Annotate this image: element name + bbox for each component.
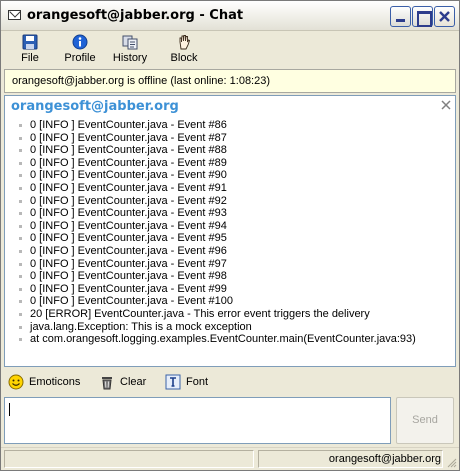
message-row: 0 [INFO ] EventCounter.java - Event #98	[17, 270, 447, 283]
status-pane	[4, 450, 254, 468]
message-text: 0 [INFO ] EventCounter.java - Event #94	[30, 220, 227, 232]
clear-label: Clear	[120, 376, 146, 388]
message-text: 0 [INFO ] EventCounter.java - Event #87	[30, 132, 227, 144]
info-icon	[72, 34, 88, 50]
bullet-icon	[19, 237, 22, 240]
toolbar: File Profile History Block	[1, 31, 459, 67]
message-row: 20 [ERROR] EventCounter.java - This erro…	[17, 308, 447, 321]
message-text: 0 [INFO ] EventCounter.java - Event #96	[30, 245, 227, 257]
message-text: 0 [INFO ] EventCounter.java - Event #86	[30, 119, 227, 131]
trash-icon	[99, 374, 115, 390]
emoticons-label: Emoticons	[29, 376, 80, 388]
message-text: 0 [INFO ] EventCounter.java - Event #95	[30, 232, 227, 244]
emoticons-button[interactable]: Emoticons	[8, 374, 88, 392]
bullet-icon	[19, 326, 22, 329]
bullet-icon	[19, 137, 22, 140]
bullet-icon	[19, 288, 22, 291]
floppy-disk-icon	[22, 34, 38, 50]
message-text: 0 [INFO ] EventCounter.java - Event #90	[30, 169, 227, 181]
message-row: 0 [INFO ] EventCounter.java - Event #94	[17, 220, 447, 233]
profile-button[interactable]: Profile	[61, 34, 99, 66]
message-text: 0 [INFO ] EventCounter.java - Event #93	[30, 207, 227, 219]
account-pane: orangesoft@jabber.org	[258, 450, 443, 468]
message-row: at com.orangesoft.logging.examples.Event…	[17, 333, 447, 346]
bullet-icon	[19, 187, 22, 190]
message-row: 0 [INFO ] EventCounter.java - Event #96	[17, 245, 447, 258]
bullet-icon	[19, 313, 22, 316]
message-row: java.lang.Exception: This is a mock exce…	[17, 321, 447, 334]
hand-stop-icon	[176, 34, 192, 50]
action-bar: Emoticons Clear Font	[1, 371, 459, 395]
file-button[interactable]: File	[18, 34, 42, 66]
bullet-icon	[19, 225, 22, 228]
bullet-icon	[19, 338, 22, 341]
message-row: 0 [INFO ] EventCounter.java - Event #97	[17, 258, 447, 271]
bullet-icon	[19, 162, 22, 165]
message-row: 0 [INFO ] EventCounter.java - Event #92	[17, 195, 447, 208]
close-button[interactable]	[434, 6, 455, 27]
send-button[interactable]: Send	[396, 397, 454, 444]
file-label: File	[18, 52, 42, 64]
maximize-button[interactable]	[412, 6, 433, 27]
message-row: 0 [INFO ] EventCounter.java - Event #89	[17, 157, 447, 170]
bullet-icon	[19, 174, 22, 177]
message-text: 0 [INFO ] EventCounter.java - Event #91	[30, 182, 227, 194]
title-bar[interactable]: orangesoft@jabber.org - Chat	[1, 1, 459, 31]
message-text: 20 [ERROR] EventCounter.java - This erro…	[30, 308, 370, 320]
envelope-icon	[8, 10, 21, 20]
presence-status: orangesoft@jabber.org is offline (last o…	[4, 69, 456, 93]
bullet-icon	[19, 200, 22, 203]
profile-label: Profile	[61, 52, 99, 64]
message-text: 0 [INFO ] EventCounter.java - Event #100	[30, 295, 233, 307]
history-icon	[122, 34, 138, 50]
history-label: History	[109, 52, 151, 64]
message-text: 0 [INFO ] EventCounter.java - Event #97	[30, 258, 227, 270]
message-text: 0 [INFO ] EventCounter.java - Event #99	[30, 283, 227, 295]
block-button[interactable]: Block	[167, 34, 201, 66]
minimize-button[interactable]	[390, 6, 411, 27]
message-row: 0 [INFO ] EventCounter.java - Event #99	[17, 283, 447, 296]
font-icon	[165, 374, 181, 390]
message-input[interactable]	[4, 397, 391, 444]
message-row: 0 [INFO ] EventCounter.java - Event #91	[17, 182, 447, 195]
message-row: 0 [INFO ] EventCounter.java - Event #86	[17, 119, 447, 132]
window-title: orangesoft@jabber.org - Chat	[27, 8, 243, 23]
bullet-icon	[19, 124, 22, 127]
clear-button[interactable]: Clear	[99, 374, 153, 392]
history-button[interactable]: History	[109, 34, 151, 66]
font-button[interactable]: Font	[165, 374, 215, 392]
text-caret	[9, 403, 10, 416]
bullet-icon	[19, 149, 22, 152]
message-text: at com.orangesoft.logging.examples.Event…	[30, 333, 416, 345]
block-label: Block	[167, 52, 201, 64]
bullet-icon	[19, 275, 22, 278]
message-sender: orangesoft@jabber.org	[11, 99, 179, 114]
message-text: 0 [INFO ] EventCounter.java - Event #92	[30, 195, 227, 207]
resize-grip-icon[interactable]	[445, 456, 457, 468]
bullet-icon	[19, 212, 22, 215]
message-row: 0 [INFO ] EventCounter.java - Event #100	[17, 295, 447, 308]
message-row: 0 [INFO ] EventCounter.java - Event #95	[17, 232, 447, 245]
bullet-icon	[19, 300, 22, 303]
bullet-icon	[19, 263, 22, 266]
message-text: 0 [INFO ] EventCounter.java - Event #89	[30, 157, 227, 169]
bullet-icon	[19, 250, 22, 253]
status-bar: orangesoft@jabber.org	[1, 447, 459, 470]
chat-window: orangesoft@jabber.org - Chat File	[0, 0, 460, 471]
message-text: 0 [INFO ] EventCounter.java - Event #98	[30, 270, 227, 282]
message-row: 0 [INFO ] EventCounter.java - Event #87	[17, 132, 447, 145]
message-row: 0 [INFO ] EventCounter.java - Event #90	[17, 169, 447, 182]
message-row: 0 [INFO ] EventCounter.java - Event #93	[17, 207, 447, 220]
message-text: 0 [INFO ] EventCounter.java - Event #88	[30, 144, 227, 156]
message-row: 0 [INFO ] EventCounter.java - Event #88	[17, 144, 447, 157]
message-text: java.lang.Exception: This is a mock exce…	[30, 321, 252, 333]
message-list: 0 [INFO ] EventCounter.java - Event #860…	[17, 119, 447, 346]
close-icon	[435, 7, 454, 26]
chat-history[interactable]: orangesoft@jabber.org 0 [INFO ] EventCou…	[4, 95, 456, 367]
close-icon[interactable]	[441, 100, 451, 110]
font-label: Font	[186, 376, 208, 388]
smiley-icon	[8, 374, 24, 390]
